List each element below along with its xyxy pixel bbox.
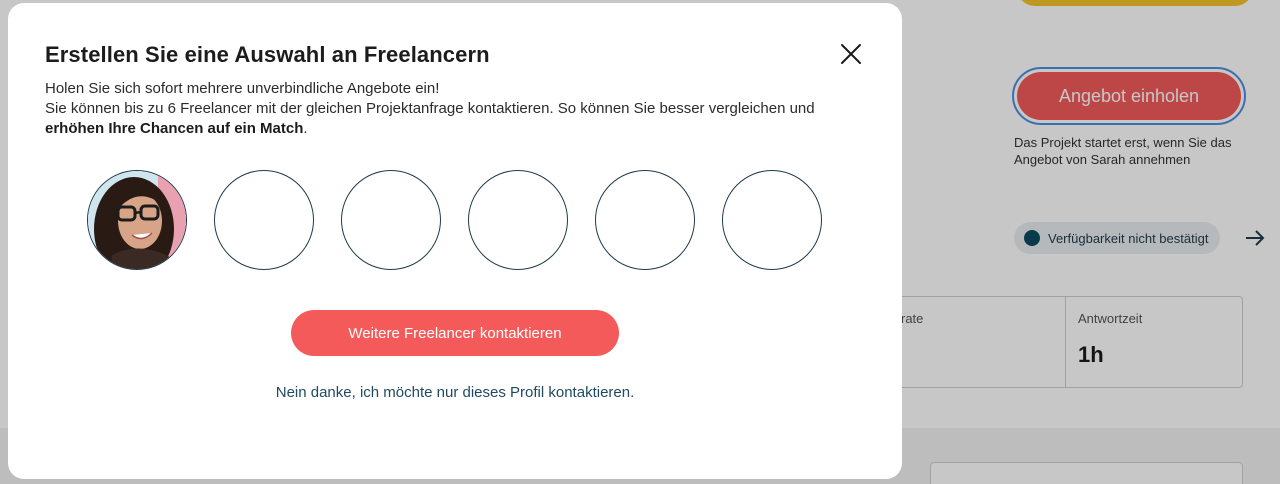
intro-line-1: Holen Sie sich sofort mehrere unverbindl… [45, 80, 440, 97]
freelancer-slot-avatar[interactable] [87, 170, 187, 270]
intro-end: . [303, 120, 308, 137]
modal-title: Erstellen Sie eine Auswahl an Freelancer… [45, 42, 490, 67]
modal-description: Holen Sie sich sofort mehrere unverbindl… [45, 79, 865, 139]
freelancer-selection-modal: Erstellen Sie eine Auswahl an Freelancer… [8, 3, 902, 479]
close-icon[interactable] [838, 41, 864, 67]
freelancer-slot-empty[interactable] [722, 170, 822, 270]
intro-line-2: Sie können bis zu 6 Freelancer mit der g… [45, 99, 865, 139]
intro-text: Sie können bis zu 6 Freelancer mit der g… [45, 100, 815, 117]
only-this-profile-link[interactable]: Nein danke, ich möchte nur dieses Profil… [8, 384, 902, 401]
contact-more-freelancers-button[interactable]: Weitere Freelancer kontaktieren [291, 310, 619, 356]
freelancer-slot-empty[interactable] [214, 170, 314, 270]
freelancer-slots [87, 170, 822, 270]
freelancer-slot-empty[interactable] [595, 170, 695, 270]
avatar [88, 171, 186, 269]
freelancer-slot-empty[interactable] [341, 170, 441, 270]
intro-emphasis: erhöhen Ihre Chancen auf ein Match [45, 120, 304, 137]
freelancer-slot-empty[interactable] [468, 170, 568, 270]
